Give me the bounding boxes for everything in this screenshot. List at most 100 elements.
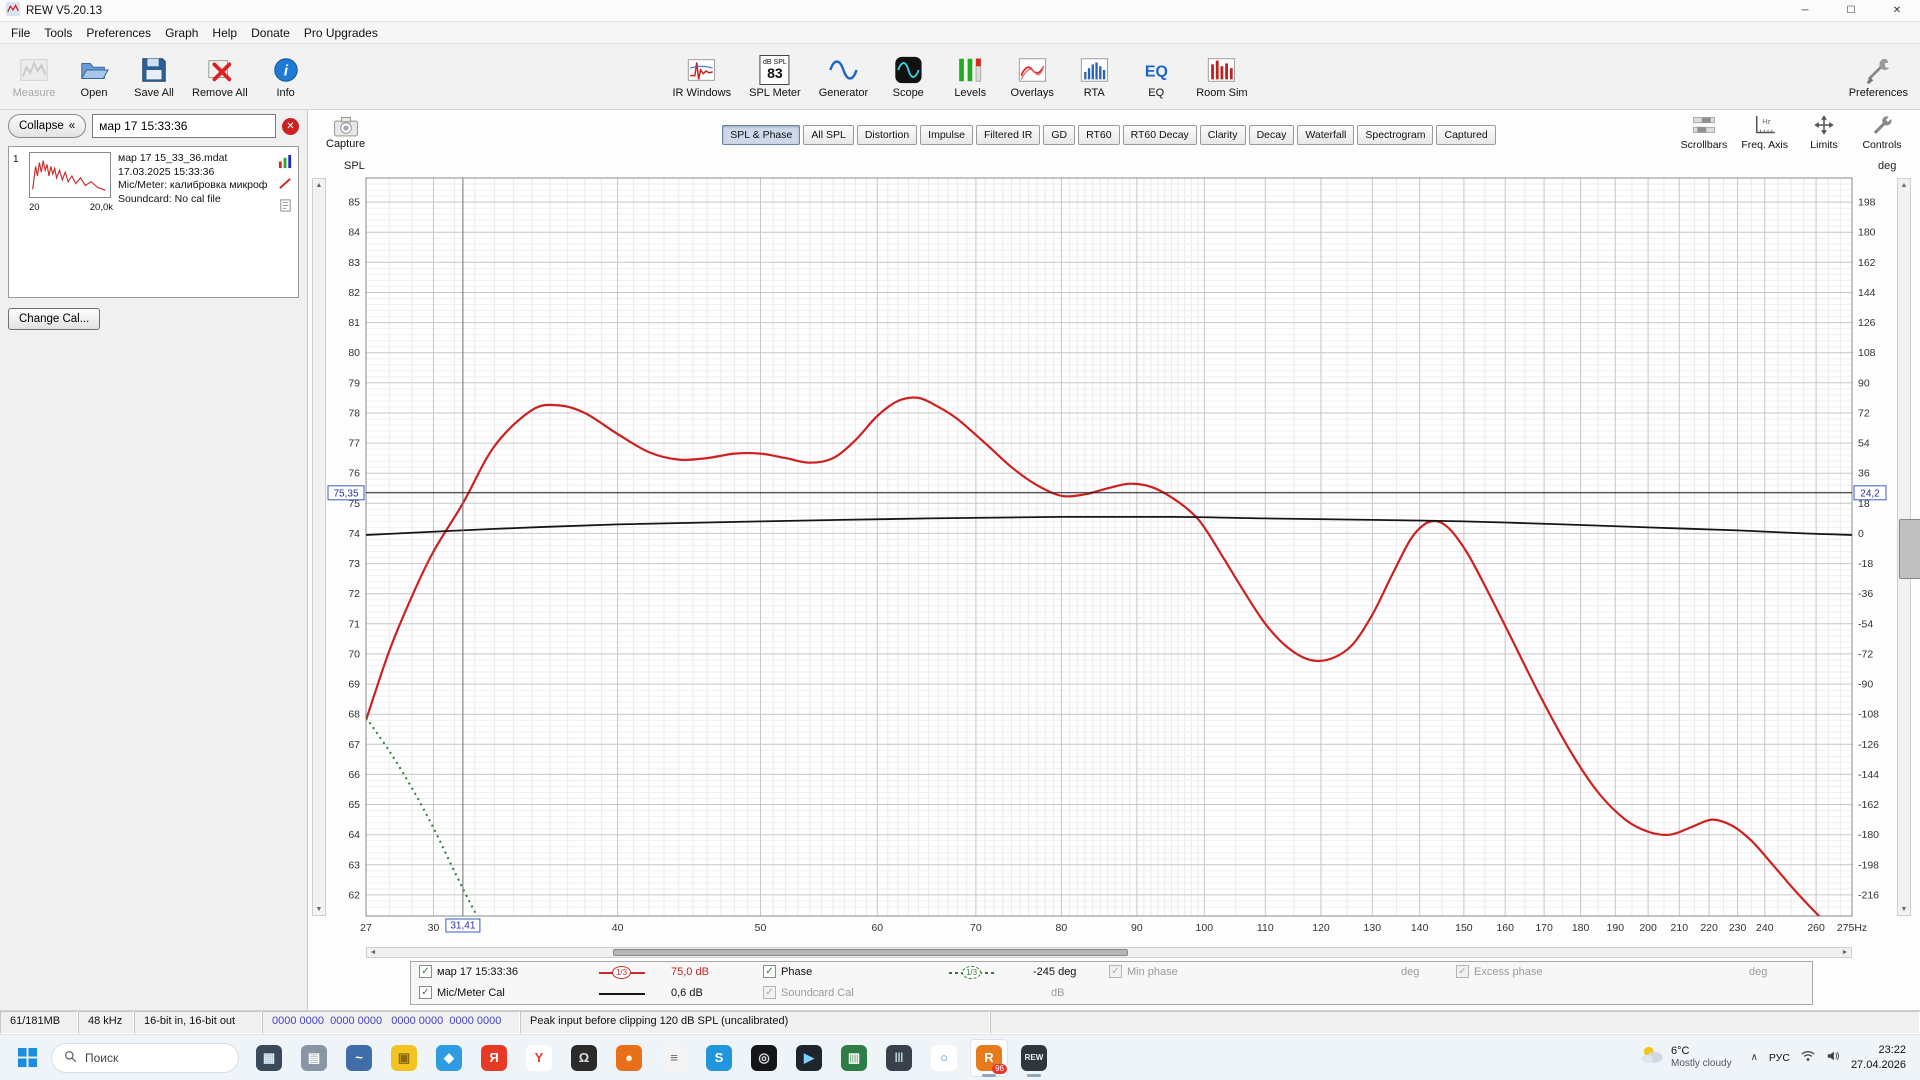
- weather-widget[interactable]: 6°C Mostly cloudy: [1639, 1044, 1732, 1070]
- scope-button[interactable]: Scope: [886, 55, 930, 99]
- taskbar-app-obs[interactable]: ◎: [745, 1039, 783, 1077]
- measurement-trace-icon[interactable]: [278, 176, 293, 194]
- legend-measurement-swatch-smoothing: 1/3: [612, 966, 631, 979]
- taskbar-app-yandex[interactable]: Y: [520, 1039, 558, 1077]
- menu-file[interactable]: File: [4, 23, 37, 43]
- eq-button[interactable]: EQEQ: [1134, 55, 1178, 99]
- legend-phase-checkbox[interactable]: ✓: [763, 965, 776, 978]
- clock[interactable]: 23:22 27.04.2026: [1851, 1043, 1906, 1072]
- scroll-left-icon[interactable]: ◄: [367, 948, 379, 957]
- collapse-button[interactable]: Collapse«: [8, 114, 86, 138]
- change-cal-button[interactable]: Change Cal...: [8, 308, 100, 330]
- tab-gd[interactable]: GD: [1043, 125, 1075, 145]
- rta-button[interactable]: RTA: [1072, 55, 1116, 99]
- horizontal-scrollbar[interactable]: ◄ ►: [366, 947, 1852, 958]
- capture-button[interactable]: Capture: [326, 114, 365, 150]
- minimize-button[interactable]: ─: [1782, 0, 1828, 21]
- svg-text:170: 170: [1535, 922, 1553, 934]
- scroll-up-icon[interactable]: ▲: [313, 179, 325, 191]
- taskbar-app-chrome[interactable]: ○: [925, 1039, 963, 1077]
- clear-filter-icon[interactable]: ✕: [282, 118, 299, 135]
- ir-windows-button[interactable]: IR Windows: [672, 55, 731, 99]
- volume-icon[interactable]: [1826, 1050, 1840, 1065]
- tab-decay[interactable]: Decay: [1249, 125, 1295, 145]
- controls-button[interactable]: Controls: [1860, 113, 1904, 151]
- levels-button[interactable]: Levels: [948, 55, 992, 99]
- right-vertical-scrollbar[interactable]: ▲ ▼: [1897, 178, 1911, 916]
- svg-text:260: 260: [1807, 922, 1825, 934]
- taskbar-app-foobar[interactable]: Ω: [565, 1039, 603, 1077]
- tab-spl-phase[interactable]: SPL & Phase: [722, 125, 800, 145]
- preferences-button[interactable]: Preferences: [1849, 55, 1908, 99]
- taskbar-app-video-player[interactable]: ▶: [790, 1039, 828, 1077]
- tab-distortion[interactable]: Distortion: [857, 125, 917, 145]
- left-vertical-scrollbar[interactable]: ▲ ▼: [312, 178, 326, 916]
- spl-phase-chart[interactable]: 2730405060708090100110120130140150160170…: [308, 110, 1920, 945]
- menu-help[interactable]: Help: [205, 23, 244, 43]
- scroll-down-icon[interactable]: ▼: [313, 903, 325, 915]
- taskbar-app-photos[interactable]: ◆: [430, 1039, 468, 1077]
- network-icon[interactable]: [1801, 1050, 1815, 1065]
- measure-button[interactable]: Measure: [12, 55, 56, 99]
- taskbar-app-notepad[interactable]: ≡: [655, 1039, 693, 1077]
- legend-mic-cal-checkbox[interactable]: ✓: [419, 986, 432, 999]
- tab-filtered-ir[interactable]: Filtered IR: [976, 125, 1040, 145]
- tab-impulse[interactable]: Impulse: [920, 125, 973, 145]
- measurement-filter-input[interactable]: [92, 114, 276, 138]
- menu-preferences[interactable]: Preferences: [79, 23, 158, 43]
- legend-min-phase-checkbox[interactable]: ✓: [1109, 965, 1122, 978]
- menu-graph[interactable]: Graph: [158, 23, 205, 43]
- spl-meter-button[interactable]: dB SPL83SPL Meter: [749, 55, 801, 99]
- taskbar-search[interactable]: Поиск: [51, 1043, 239, 1073]
- scope-icon: [893, 55, 923, 85]
- legend-excess-phase-checkbox[interactable]: ✓: [1456, 965, 1469, 978]
- scroll-up-icon[interactable]: ▲: [1898, 179, 1910, 191]
- maximize-button[interactable]: ☐: [1828, 0, 1874, 21]
- legend-measurement-checkbox[interactable]: ✓: [419, 965, 432, 978]
- remove-all-button[interactable]: Remove All: [192, 55, 248, 99]
- start-button[interactable]: [10, 1041, 44, 1075]
- scrollbar-thumb[interactable]: [1899, 519, 1920, 579]
- room-sim-button[interactable]: Room Sim: [1196, 55, 1247, 99]
- measurement-notes-icon[interactable]: [278, 198, 293, 216]
- tab-spectrogram[interactable]: Spectrogram: [1357, 125, 1433, 145]
- limits-button[interactable]: Limits: [1802, 113, 1846, 151]
- tray-chevron-icon[interactable]: ∧: [1751, 1052, 1758, 1063]
- menu-pro-upgrades[interactable]: Pro Upgrades: [297, 23, 385, 43]
- tab-clarity[interactable]: Clarity: [1200, 125, 1246, 145]
- info-button[interactable]: iInfo: [264, 55, 308, 99]
- taskbar-app-files[interactable]: ▤: [295, 1039, 333, 1077]
- save-all-button[interactable]: Save All: [132, 55, 176, 99]
- taskbar-app-file-explorer[interactable]: ▣: [385, 1039, 423, 1077]
- taskbar-app-mixer[interactable]: |||: [880, 1039, 918, 1077]
- measurement-item[interactable]: 1 20 20,0k мар 17 15_33_36.mdat 17.03.20…: [9, 147, 298, 221]
- scroll-right-icon[interactable]: ►: [1839, 948, 1851, 957]
- taskbar-app-audio-tool[interactable]: ~: [340, 1039, 378, 1077]
- legend-soundcard-cal-checkbox[interactable]: ✓: [763, 986, 776, 999]
- generator-button[interactable]: Generator: [819, 55, 869, 99]
- tab-captured[interactable]: Captured: [1436, 125, 1495, 145]
- taskbar-app-browser[interactable]: ●: [610, 1039, 648, 1077]
- overlays-button[interactable]: Overlays: [1010, 55, 1054, 99]
- scroll-down-icon[interactable]: ▼: [1898, 903, 1910, 915]
- taskbar-app-task-view[interactable]: ▦: [250, 1039, 288, 1077]
- freq-axis-button[interactable]: HzFreq. Axis: [1741, 113, 1788, 151]
- scrollbars-button[interactable]: Scrollbars: [1681, 113, 1728, 151]
- measurement-chart-icon[interactable]: [278, 154, 293, 172]
- tab-rt60-decay[interactable]: RT60 Decay: [1123, 125, 1197, 145]
- taskbar-app-charts[interactable]: ▥: [835, 1039, 873, 1077]
- tab-all-spl[interactable]: All SPL: [803, 125, 853, 145]
- taskbar-app-yandex-browser[interactable]: Я: [475, 1039, 513, 1077]
- open-button[interactable]: Open: [72, 55, 116, 99]
- scrollbar-thumb[interactable]: [613, 949, 1128, 956]
- taskbar-app-rew[interactable]: R96: [970, 1039, 1008, 1077]
- taskbar-app-rew-window[interactable]: REW: [1015, 1039, 1053, 1077]
- svg-text:60: 60: [871, 922, 883, 934]
- tab-rt60[interactable]: RT60: [1078, 125, 1120, 145]
- menu-tools[interactable]: Tools: [37, 23, 79, 43]
- language-indicator[interactable]: РУС: [1769, 1052, 1790, 1064]
- taskbar-app-skype[interactable]: S: [700, 1039, 738, 1077]
- close-button[interactable]: ✕: [1874, 0, 1920, 21]
- tab-waterfall[interactable]: Waterfall: [1297, 125, 1354, 145]
- menu-donate[interactable]: Donate: [244, 23, 297, 43]
